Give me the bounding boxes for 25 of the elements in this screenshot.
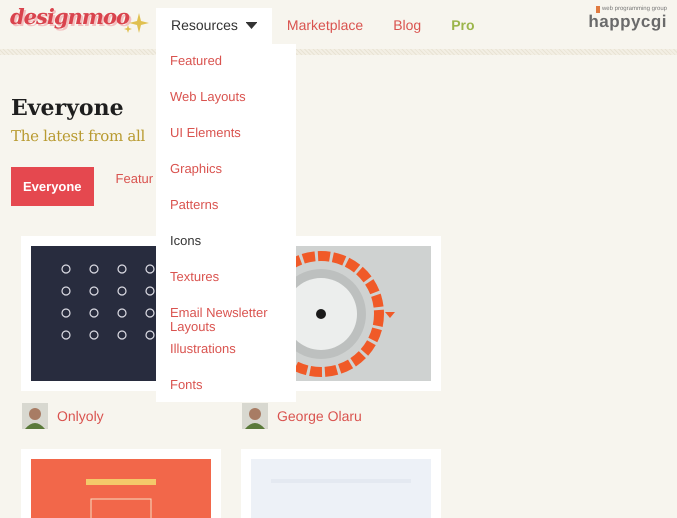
menu-item[interactable]: Icons [156, 234, 296, 270]
menu-item[interactable]: Textures [156, 270, 296, 306]
nav-link[interactable]: Pro [436, 8, 490, 44]
menu-item[interactable]: Illustrations [156, 342, 296, 378]
filter-tab[interactable]: Featur [116, 167, 154, 190]
nav-link[interactable]: Resources [156, 8, 272, 44]
menu-item[interactable]: Patterns [156, 198, 296, 234]
page-subtitle: The latest from all [11, 127, 146, 145]
author-link[interactable]: Onlyoly [57, 408, 104, 424]
author-link[interactable]: George Olaru [277, 408, 362, 424]
menu-item[interactable]: UI Elements [156, 126, 296, 162]
menu-item[interactable]: Email Newsletter Layouts [156, 306, 296, 342]
page-title: Everyone [11, 95, 124, 121]
filter-tab[interactable]: Everyone [11, 167, 94, 206]
nav-link[interactable]: Marketplace [272, 8, 378, 44]
partner-logo[interactable]: happycgi [588, 13, 667, 31]
avatar-icon [242, 403, 268, 429]
menu-item[interactable]: Featured [156, 54, 296, 90]
avatar-icon [22, 403, 48, 429]
site-logo[interactable]: designmoo [10, 4, 130, 29]
menu-item[interactable]: Web Layouts [156, 90, 296, 126]
caret-icon [246, 22, 257, 28]
menu-item[interactable]: Fonts [156, 378, 296, 402]
menu-item[interactable]: Graphics [156, 162, 296, 198]
nav-link[interactable]: Blog [378, 8, 436, 44]
